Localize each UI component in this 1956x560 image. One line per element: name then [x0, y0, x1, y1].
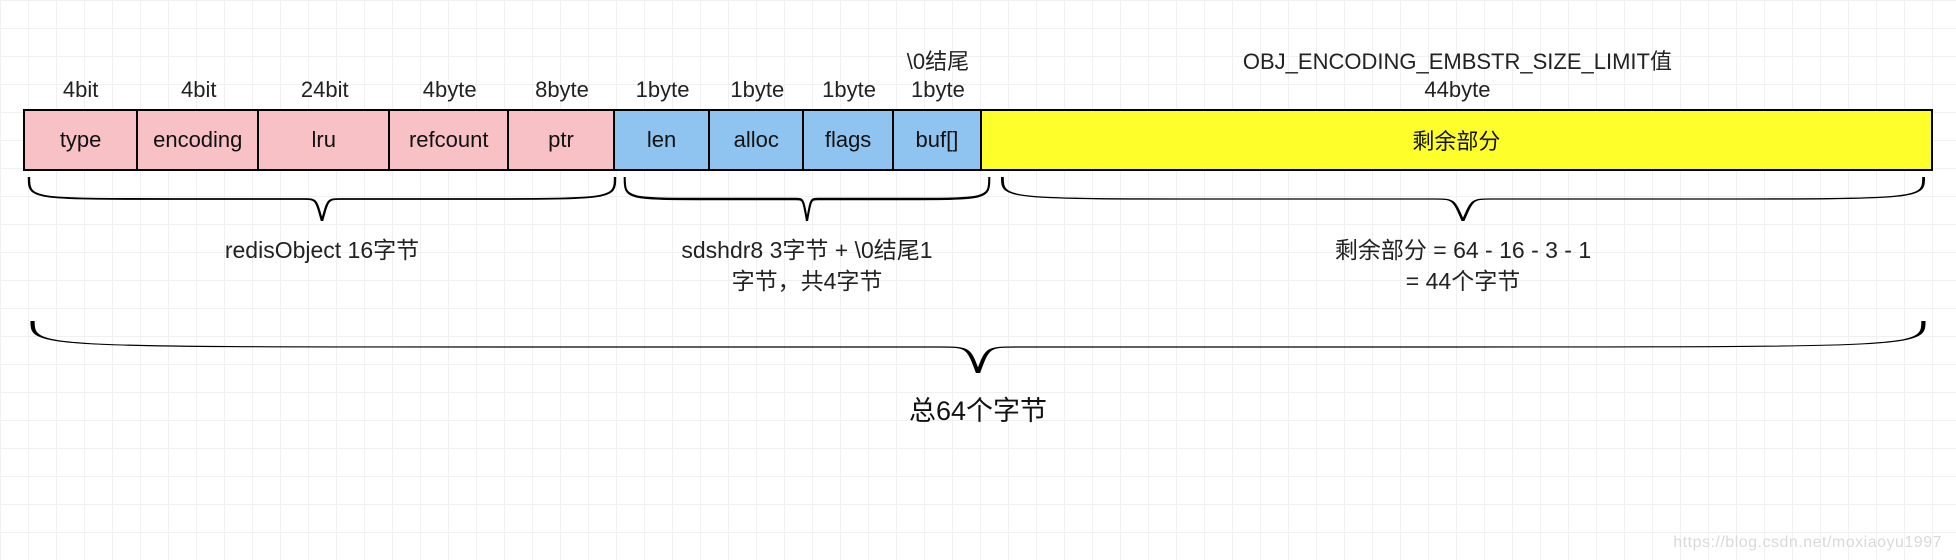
brace-total-caption: 总64个字节	[23, 389, 1933, 428]
cell-flags: flags	[802, 109, 894, 171]
cell-rest: 剩余部分	[980, 109, 1933, 171]
size-label-type: 4bit	[23, 45, 138, 109]
column-ptr: 8byteptr	[509, 45, 614, 171]
cell-alloc: alloc	[708, 109, 804, 171]
cell-buf: buf[]	[892, 109, 982, 171]
size-label-lru: 24bit	[259, 45, 390, 109]
column-alloc: 1bytealloc	[710, 45, 804, 171]
size-label-rest: OBJ_ENCODING_EMBSTR_SIZE_LIMIT值44byte	[982, 45, 1933, 109]
brace-redisobject-caption: redisObject 16字节	[23, 235, 621, 266]
size-label-refcount: 4byte	[390, 45, 509, 109]
brace-sdshdr-caption: sdshdr8 3字节 + \0结尾1字节，共4字节	[621, 235, 993, 297]
size-label-encoding: 4bit	[138, 45, 259, 109]
column-lru: 24bitlru	[259, 45, 390, 171]
cell-len: len	[613, 109, 711, 171]
column-flags: 1byteflags	[804, 45, 894, 171]
diagram-wrapper: 4bittype4bitencoding24bitlru4byterefcoun…	[23, 45, 1933, 428]
cell-type: type	[23, 109, 138, 171]
brace-total: 总64个字节	[23, 321, 1933, 428]
subgroup-braces: redisObject 16字节 sdshdr8 3字节 + \0结尾1字节，共…	[23, 177, 1933, 317]
size-label-len: 1byte	[615, 45, 711, 109]
brace-redisobject: redisObject 16字节	[23, 177, 621, 266]
size-label-ptr: 8byte	[509, 45, 614, 109]
cell-encoding: encoding	[136, 109, 259, 171]
size-label-buf: \0结尾1byte	[894, 45, 982, 109]
column-len: 1bytelen	[615, 45, 711, 171]
size-label-flags: 1byte	[804, 45, 894, 109]
cell-lru: lru	[257, 109, 390, 171]
size-label-alloc: 1byte	[710, 45, 804, 109]
column-type: 4bittype	[23, 45, 138, 171]
brace-remainder-caption: 剩余部分 = 64 - 16 - 3 - 1= 44个字节	[993, 235, 1933, 297]
column-refcount: 4byterefcount	[390, 45, 509, 171]
column-encoding: 4bitencoding	[138, 45, 259, 171]
watermark: https://blog.csdn.net/moxiaoyu1997	[1673, 534, 1942, 552]
column-buf: \0结尾1bytebuf[]	[894, 45, 982, 171]
cell-refcount: refcount	[388, 109, 509, 171]
brace-sdshdr: sdshdr8 3字节 + \0结尾1字节，共4字节	[621, 177, 993, 297]
columns-row: 4bittype4bitencoding24bitlru4byterefcoun…	[23, 45, 1933, 171]
cell-ptr: ptr	[507, 109, 614, 171]
brace-remainder: 剩余部分 = 64 - 16 - 3 - 1= 44个字节	[993, 177, 1933, 297]
column-rest: OBJ_ENCODING_EMBSTR_SIZE_LIMIT值44byte剩余部…	[982, 45, 1933, 171]
